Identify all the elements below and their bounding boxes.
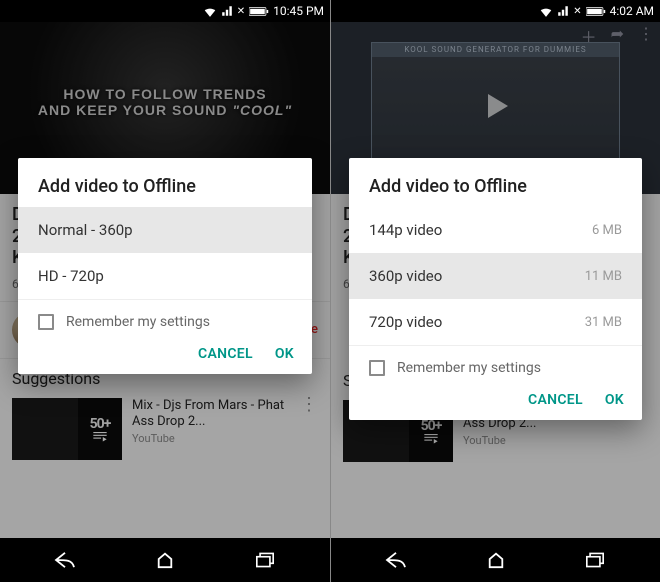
app-content: ＋ ➦ ⋮ KOOL SOUND GENERATOR FOR DUMMIES D… (331, 22, 660, 538)
recents-button[interactable] (560, 545, 630, 575)
option-size: 31 MB (585, 315, 622, 330)
dialog-title: Add video to Offline (18, 158, 312, 207)
battery-icon (249, 6, 269, 17)
remember-checkbox[interactable] (38, 314, 54, 330)
option-label: 144p video (369, 221, 442, 239)
recents-button[interactable] (230, 545, 300, 575)
remember-row[interactable]: Remember my settings (349, 345, 642, 384)
quality-option-360p[interactable]: Normal - 360p (18, 207, 312, 253)
quality-option-720p[interactable]: 720p video 31 MB (349, 299, 642, 345)
app-content: HOW TO FOLLOW TRENDS AND KEEP YOUR SOUND… (0, 22, 330, 538)
remember-checkbox[interactable] (369, 360, 385, 376)
quality-option-720p[interactable]: HD - 720p (18, 253, 312, 299)
wifi-icon (539, 5, 553, 17)
quality-option-360p[interactable]: 360p video 11 MB (349, 253, 642, 299)
battery-icon (586, 6, 606, 17)
phone-right: ✕ 4:02 AM ＋ ➦ ⋮ KOOL SOUND GENERATOR FOR… (330, 0, 660, 582)
dialog-actions: CANCEL OK (349, 384, 642, 420)
status-time: 4:02 AM (610, 4, 654, 18)
back-button[interactable] (361, 545, 431, 575)
remember-label: Remember my settings (397, 360, 541, 376)
cancel-button[interactable]: CANCEL (198, 346, 253, 362)
ok-button[interactable]: OK (275, 346, 294, 362)
status-bar: ✕ 10:45 PM (0, 0, 330, 22)
back-button[interactable] (30, 545, 100, 575)
option-size: 11 MB (585, 269, 622, 284)
nav-bar (331, 538, 660, 582)
quality-option-144p[interactable]: 144p video 6 MB (349, 207, 642, 253)
offline-dialog: Add video to Offline 144p video 6 MB 360… (349, 158, 642, 420)
dialog-actions: CANCEL OK (18, 338, 312, 374)
status-time: 10:45 PM (273, 4, 324, 18)
remember-row[interactable]: Remember my settings (18, 299, 312, 338)
offline-dialog: Add video to Offline Normal - 360p HD - … (18, 158, 312, 374)
option-label: 360p video (369, 267, 442, 285)
signal-icon (557, 5, 569, 17)
wifi-icon (203, 5, 217, 17)
signal-icon (221, 5, 233, 17)
home-button[interactable] (130, 545, 200, 575)
ok-button[interactable]: OK (605, 392, 624, 408)
option-label: HD - 720p (38, 267, 104, 285)
home-button[interactable] (461, 545, 531, 575)
no-sim-icon: ✕ (237, 6, 245, 17)
option-label: 720p video (369, 313, 442, 331)
cancel-button[interactable]: CANCEL (528, 392, 583, 408)
option-size: 6 MB (592, 223, 622, 238)
status-bar: ✕ 4:02 AM (331, 0, 660, 22)
nav-bar (0, 538, 330, 582)
option-label: Normal - 360p (38, 221, 133, 239)
phone-left: ✕ 10:45 PM HOW TO FOLLOW TRENDS AND KEEP… (0, 0, 330, 582)
dialog-title: Add video to Offline (349, 158, 642, 207)
no-sim-icon: ✕ (573, 6, 581, 17)
remember-label: Remember my settings (66, 314, 210, 330)
